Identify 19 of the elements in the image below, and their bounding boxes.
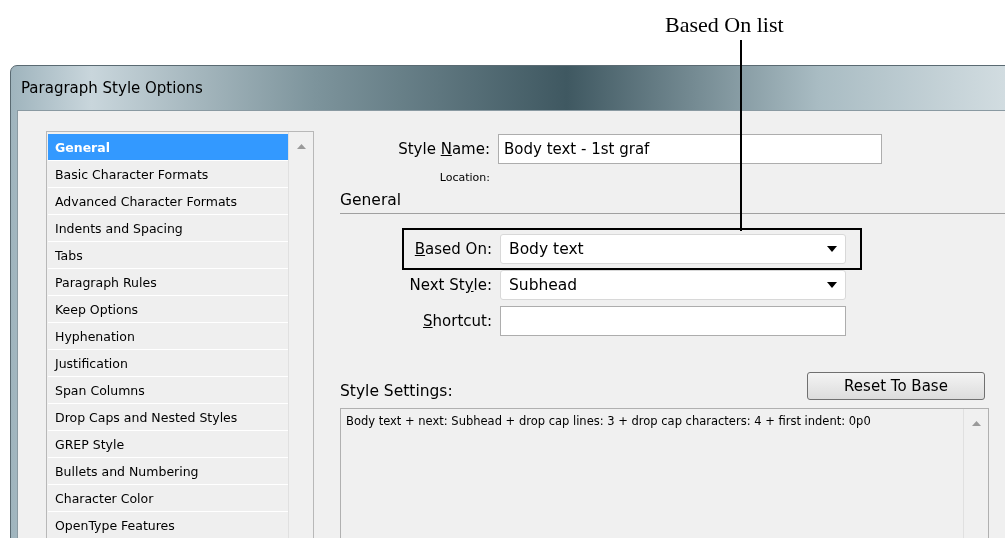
- scroll-up-icon[interactable]: [296, 144, 306, 149]
- shortcut-field[interactable]: [500, 306, 846, 336]
- scroll-up-icon[interactable]: [971, 421, 981, 426]
- style-name-field[interactable]: Body text - 1st graf: [498, 134, 882, 164]
- dropdown[interactable]: Body text: [500, 234, 846, 264]
- section-title: General: [340, 191, 1005, 214]
- field-label: Next Style:: [408, 276, 493, 294]
- caret-down-icon: [827, 282, 837, 288]
- caret-down-icon: [827, 246, 837, 252]
- field-label: Shortcut:: [422, 312, 493, 330]
- location-label: Location:: [438, 170, 491, 184]
- window-title: Paragraph Style Options: [21, 79, 203, 97]
- callout-label: Based On list: [665, 12, 784, 38]
- field-label: Based On:: [413, 240, 493, 258]
- reset-to-base-button[interactable]: Reset To Base: [807, 372, 985, 400]
- settings-text: Body text + next: Subhead + drop cap lines: 3 + drop cap characters: 4 + first indent: 0p0: [345, 413, 872, 430]
- field-label: Style Name:: [397, 140, 491, 158]
- style-settings-label: Style Settings:: [340, 382, 453, 400]
- dropdown[interactable]: Subhead: [500, 270, 846, 300]
